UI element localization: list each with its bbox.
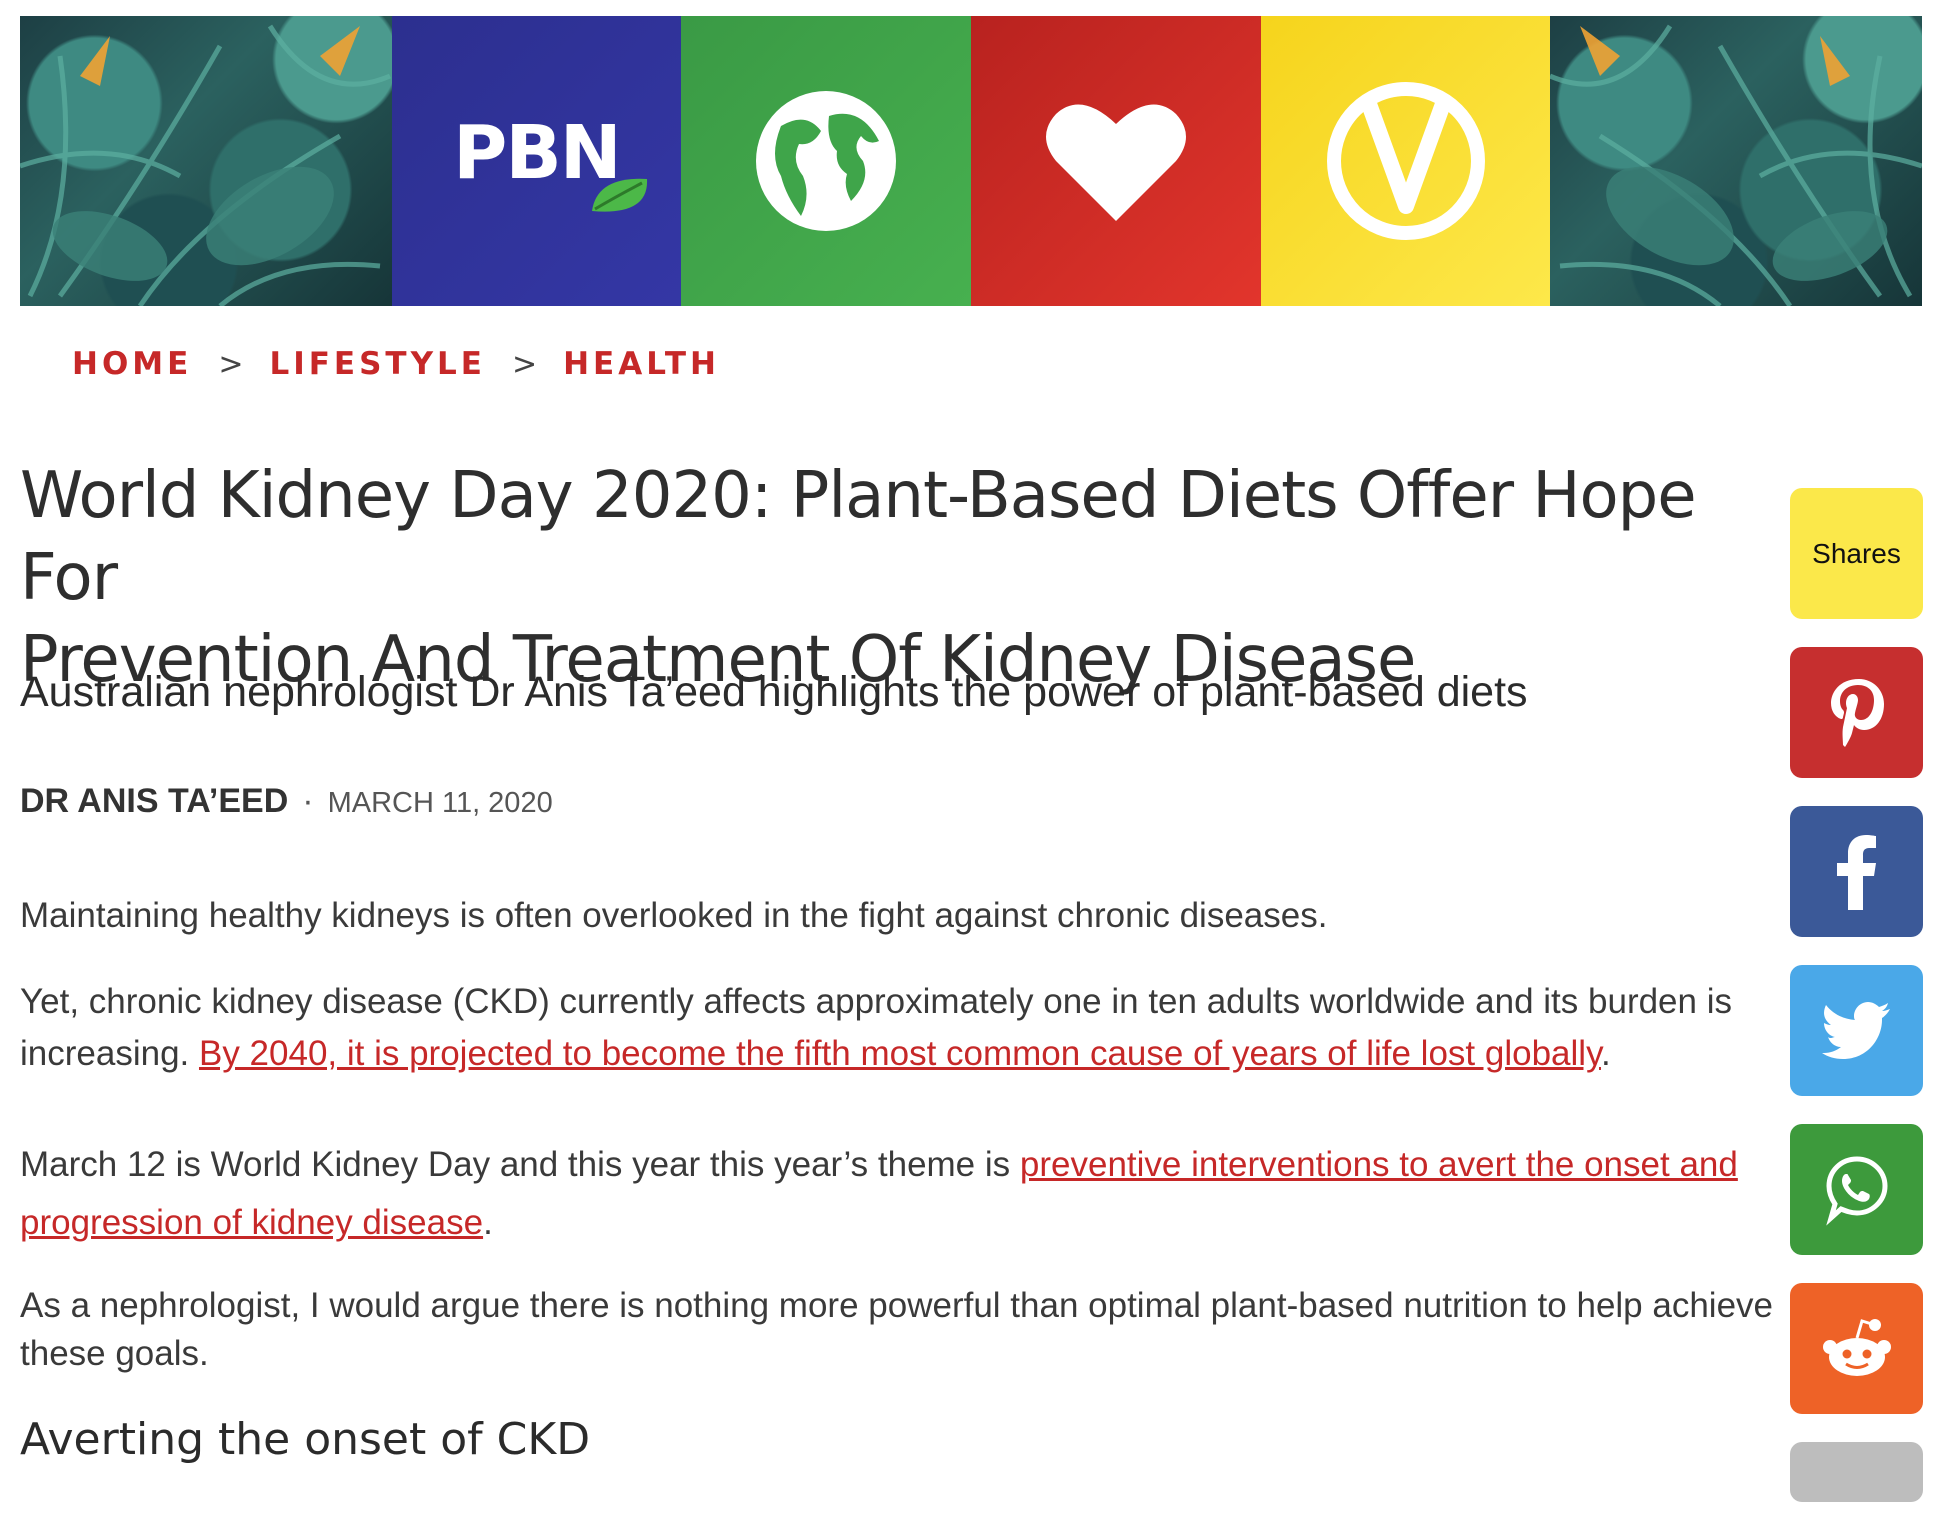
section-heading: Averting the onset of CKD: [20, 1414, 591, 1465]
v-circle-icon: [1326, 82, 1485, 240]
paragraph-3: March 12 is World Kidney Day and this ye…: [20, 1136, 1790, 1252]
whatsapp-icon: [1825, 1155, 1888, 1226]
facebook-icon: [1836, 834, 1876, 910]
header-banner[interactable]: PBN: [20, 16, 1922, 306]
paragraph-2-line-1: Yet, chronic kidney disease (CKD) curren…: [20, 982, 1732, 1021]
article-subtitle: Australian nephrologist Dr Anis Ta’eed h…: [20, 668, 1528, 716]
breadcrumb: HOME > LIFESTYLE > HEALTH: [72, 346, 720, 382]
title-line-1: World Kidney Day 2020: Plant-Based Diets…: [20, 459, 1697, 615]
more-share-button[interactable]: [1790, 1442, 1923, 1502]
paragraph-4-line-2: these goals.: [20, 1334, 209, 1373]
reddit-icon: [1822, 1318, 1891, 1376]
globe-icon: [756, 91, 897, 231]
leaf-icon: [591, 178, 647, 212]
paragraph-2: Yet, chronic kidney disease (CKD) curren…: [20, 976, 1790, 1080]
heart-icon: [1045, 104, 1186, 221]
paragraph-3-text: March 12 is World Kidney Day and this ye…: [20, 1145, 1020, 1184]
byline-separator: ·: [302, 782, 314, 820]
world-kidney-day-theme-link[interactable]: preventive interventions to avert the on…: [1020, 1145, 1738, 1184]
paragraph-4: As a nephrologist, I would argue there i…: [20, 1282, 1790, 1378]
breadcrumb-health[interactable]: HEALTH: [563, 346, 720, 382]
globe-tile[interactable]: [681, 16, 972, 306]
author-link[interactable]: DR ANIS TA’EED: [20, 782, 288, 821]
social-share-bar: Shares: [1790, 488, 1923, 1530]
world-kidney-day-theme-link-cont[interactable]: progression of kidney disease: [20, 1203, 483, 1242]
twitter-icon: [1821, 1001, 1890, 1059]
twitter-share-button[interactable]: [1790, 965, 1923, 1096]
chevron-right-icon: >: [511, 346, 538, 382]
paragraph-3-end: .: [483, 1203, 493, 1242]
publish-date: MARCH 11, 2020: [327, 787, 553, 819]
jungle-leaves-image: [20, 16, 392, 306]
paragraph-2-text: increasing.: [20, 1034, 199, 1073]
breadcrumb-home[interactable]: HOME: [72, 346, 192, 382]
pinterest-icon: [1830, 678, 1884, 747]
facebook-share-button[interactable]: [1790, 806, 1923, 937]
shares-counter: Shares: [1790, 488, 1923, 619]
vegan-tile[interactable]: [1260, 16, 1551, 306]
shares-label: Shares: [1812, 537, 1901, 569]
pinterest-share-button[interactable]: [1790, 647, 1923, 778]
jungle-leaves-image-right: [1550, 16, 1922, 306]
paragraph-1: Maintaining healthy kidneys is often ove…: [20, 896, 1328, 935]
byline: DR ANIS TA’EED · MARCH 11, 2020: [20, 782, 553, 821]
paragraph-2-end: .: [1600, 1034, 1611, 1073]
breadcrumb-lifestyle[interactable]: LIFESTYLE: [269, 346, 486, 382]
pbn-logo-tile[interactable]: PBN: [391, 16, 682, 306]
reddit-share-button[interactable]: [1790, 1283, 1923, 1414]
heart-tile[interactable]: [971, 16, 1261, 306]
ckd-projection-link[interactable]: By 2040, it is projected to become the f…: [199, 1034, 1601, 1073]
whatsapp-share-button[interactable]: [1790, 1124, 1923, 1255]
chevron-right-icon: >: [218, 346, 244, 382]
paragraph-4-line-1: As a nephrologist, I would argue there i…: [20, 1286, 1774, 1325]
